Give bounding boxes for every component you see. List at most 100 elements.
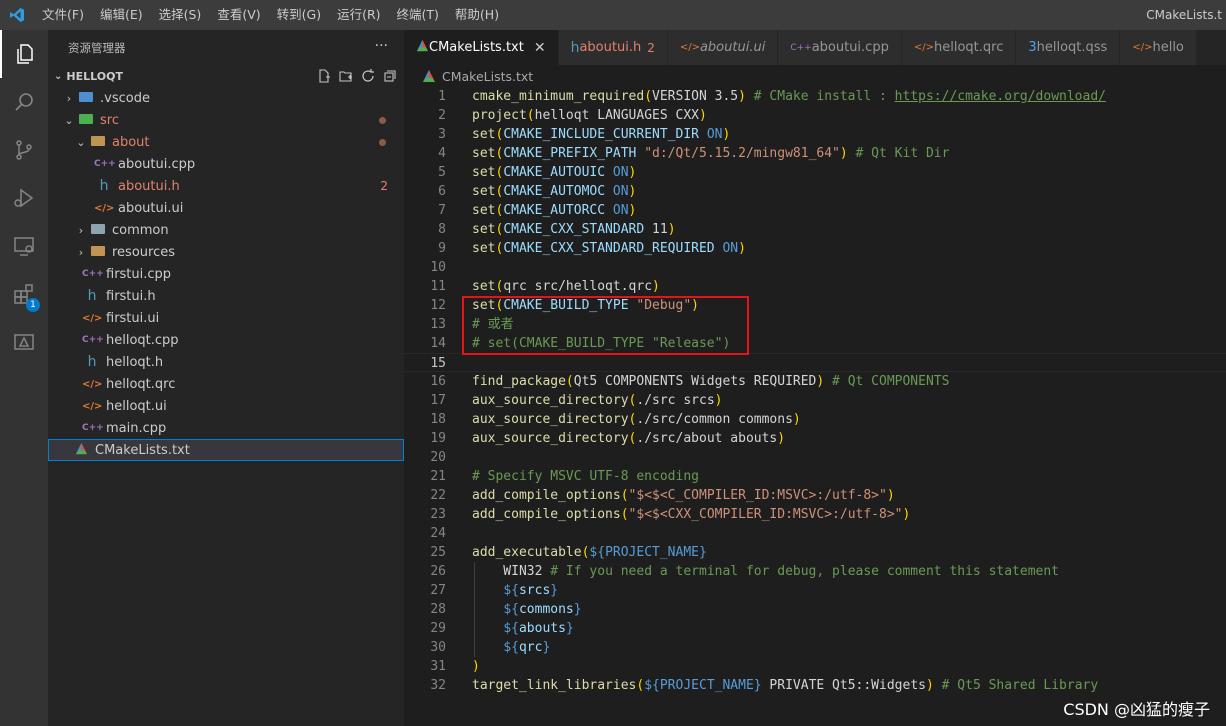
code-token: # Qt COMPONENTS xyxy=(824,374,950,389)
line-number: 12 xyxy=(430,298,446,313)
code-token: "$<$<C_COMPILER_ID:MSVC>:/utf-8>" xyxy=(628,488,887,503)
workspace-section[interactable]: ⌄ HELLOQT xyxy=(48,65,404,87)
menu-item[interactable]: 编辑(E) xyxy=(92,0,151,30)
run-debug-icon[interactable] xyxy=(0,174,48,222)
tree-item[interactable]: ⌄ about xyxy=(48,131,404,153)
tab-label: CMakeLists.txt xyxy=(429,40,524,55)
breadcrumb[interactable]: CMakeLists.txt xyxy=(404,65,1226,87)
tree-item-label: src xyxy=(100,112,119,128)
menu-item[interactable]: 运行(R) xyxy=(329,0,388,30)
tab-aboutui-ui[interactable]: </> aboutui.ui xyxy=(667,30,779,65)
tree-item[interactable]: h firstui.h xyxy=(48,285,404,307)
menu-item[interactable]: 查看(V) xyxy=(209,0,268,30)
code-token: ) xyxy=(628,203,637,218)
menu-item[interactable]: 帮助(H) xyxy=(447,0,507,30)
code-token: ( xyxy=(565,374,574,389)
tree-item-label: aboutui.ui xyxy=(118,200,184,216)
code-text: aux_source_directory(./src/about abouts) xyxy=(472,429,785,448)
tree-item[interactable]: C++ firstui.cpp xyxy=(48,263,404,285)
tree-item[interactable]: › common xyxy=(48,219,404,241)
source-control-icon[interactable] xyxy=(0,126,48,174)
more-actions-icon[interactable]: ··· xyxy=(375,38,388,54)
code-token: } xyxy=(565,621,574,636)
code-line: 11 set(qrc src/helloqt.qrc) xyxy=(404,277,1226,296)
code-line: 23 add_compile_options("$<$<CXX_COMPILER_… xyxy=(404,505,1226,524)
tab-hello[interactable]: </> hello xyxy=(1120,30,1196,65)
code-line: 1 cmake_minimum_required(VERSION 3.5) # C… xyxy=(404,87,1226,106)
menu-item[interactable]: 文件(F) xyxy=(34,0,92,30)
code-token: } xyxy=(698,545,707,560)
remote-explorer-icon[interactable] xyxy=(0,222,48,270)
code-text: set(CMAKE_AUTOMOC ON) xyxy=(472,182,636,201)
line-number: 16 xyxy=(430,374,446,389)
tree-item[interactable]: </> firstui.ui xyxy=(48,307,404,329)
h-file-icon: h xyxy=(570,39,580,56)
menu-item[interactable]: 选择(S) xyxy=(151,0,210,30)
code-token: 11 xyxy=(644,222,668,237)
cmake-file-icon xyxy=(416,39,429,56)
code-text: set(qrc src/helloqt.qrc) xyxy=(472,277,660,296)
code-editor[interactable]: 1 cmake_minimum_required(VERSION 3.5) # C… xyxy=(404,87,1226,726)
cmake-icon[interactable] xyxy=(0,318,48,366)
h-file-icon: h xyxy=(87,354,97,370)
code-text: set(CMAKE_CXX_STANDARD 11) xyxy=(472,220,676,239)
tree-item-label: firstui.cpp xyxy=(106,266,172,282)
code-line: 27 ${srcs} xyxy=(404,581,1226,600)
code-token: ) xyxy=(839,146,848,161)
code-text: ${qrc} xyxy=(472,638,550,657)
tree-item[interactable]: </> helloqt.ui xyxy=(48,395,404,417)
code-token: project xyxy=(472,108,527,123)
tree-item[interactable]: C++ main.cpp xyxy=(48,417,404,439)
tree-item[interactable]: › resources xyxy=(48,241,404,263)
folder-icon xyxy=(76,91,96,105)
tree-item[interactable]: </> helloqt.qrc xyxy=(48,373,404,395)
code-token: set xyxy=(472,241,496,256)
menu-item[interactable]: 转到(G) xyxy=(269,0,329,30)
code-text: project(helloqt LANGUAGES CXX) xyxy=(472,106,707,125)
tree-item[interactable]: C++ aboutui.cpp xyxy=(48,153,404,175)
tab-cmakelists-txt[interactable]: CMakeLists.txt ✕ xyxy=(404,30,559,65)
code-line: 6 set(CMAKE_AUTOMOC ON) xyxy=(404,182,1226,201)
tree-item[interactable]: C++ helloqt.cpp xyxy=(48,329,404,351)
code-token: set xyxy=(472,184,496,199)
red-highlight-annotation xyxy=(462,296,749,355)
code-token: helloqt LANGUAGES CXX xyxy=(534,108,699,123)
tab-helloqt-qss[interactable]: 3 helloqt.qss xyxy=(1016,30,1121,65)
tab-helloqt-qrc[interactable]: </> helloqt.qrc xyxy=(901,30,1017,65)
code-token: PROJECT_NAME xyxy=(659,678,754,693)
collapse-all-icon[interactable] xyxy=(382,68,398,84)
line-number: 2 xyxy=(438,108,446,123)
close-icon[interactable]: ✕ xyxy=(534,40,546,56)
line-number: 18 xyxy=(430,412,446,427)
tree-item[interactable]: CMakeLists.txt xyxy=(48,439,404,461)
chevron-right-icon: › xyxy=(66,91,72,105)
line-number: 6 xyxy=(438,184,446,199)
extensions-icon[interactable]: 1 xyxy=(0,270,48,318)
code-token: ) xyxy=(902,507,911,522)
code-token: CMAKE_AUTOMOC xyxy=(503,184,606,199)
tab-problem-count: 2 xyxy=(647,40,655,55)
tree-item[interactable]: h helloqt.h xyxy=(48,351,404,373)
cpp-file-icon: C++ xyxy=(82,269,104,279)
tree-item[interactable]: ⌄ src xyxy=(48,109,404,131)
explorer-icon[interactable] xyxy=(0,30,48,78)
code-token: https://cmake.org/download/ xyxy=(894,89,1106,104)
tab-aboutui-cpp[interactable]: C++ aboutui.cpp xyxy=(778,30,902,65)
menu-item[interactable]: 终端(T) xyxy=(389,0,447,30)
code-token: ) xyxy=(628,184,637,199)
tree-item[interactable]: › .vscode xyxy=(48,87,404,109)
new-file-icon[interactable] xyxy=(316,68,332,84)
new-folder-icon[interactable] xyxy=(338,68,354,84)
breadcrumb-file[interactable]: CMakeLists.txt xyxy=(442,69,533,84)
tree-item[interactable]: </> aboutui.ui xyxy=(48,197,404,219)
search-icon[interactable] xyxy=(0,78,48,126)
refresh-icon[interactable] xyxy=(360,68,376,84)
line-number: 11 xyxy=(430,279,446,294)
tree-item[interactable]: h aboutui.h 2 xyxy=(48,175,404,197)
folder-icon xyxy=(76,113,96,127)
tab-aboutui-h[interactable]: h aboutui.h 2 xyxy=(558,30,668,65)
code-token: ( xyxy=(620,507,629,522)
code-token: ./src/about abouts xyxy=(636,431,778,446)
